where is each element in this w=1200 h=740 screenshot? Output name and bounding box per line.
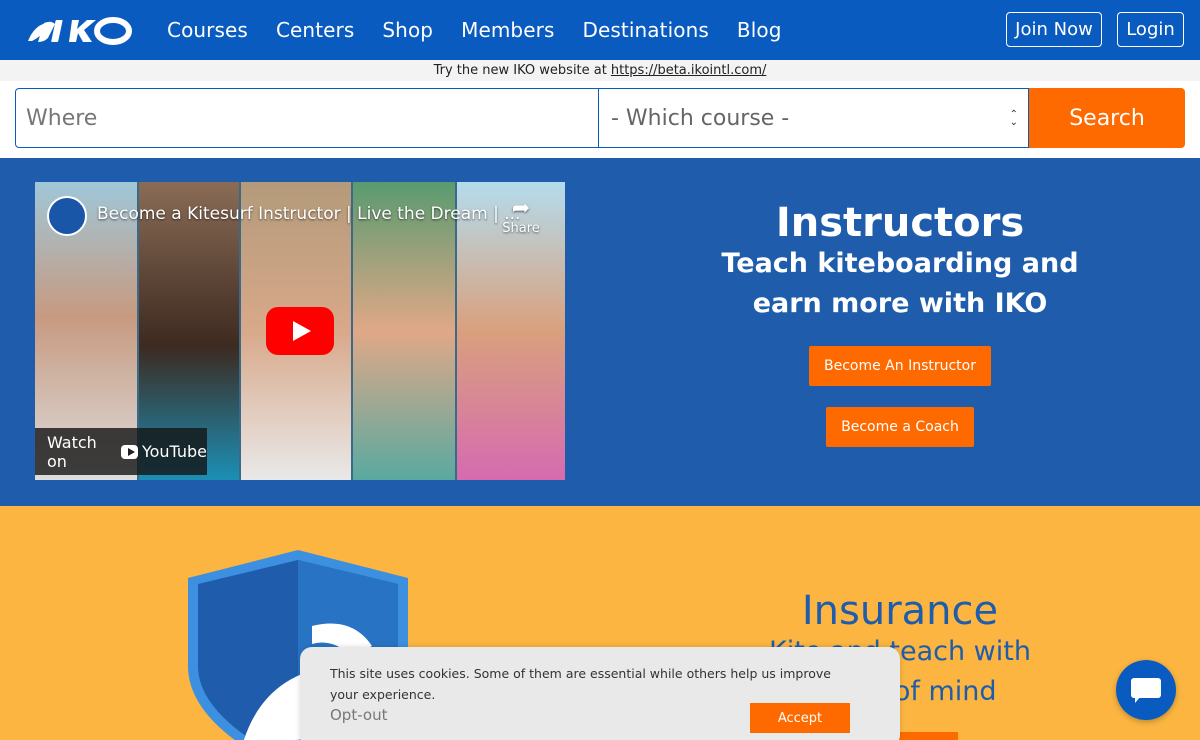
iko-logo-icon [28,17,132,45]
login-button[interactable]: Login [1117,12,1184,47]
nav-courses[interactable]: Courses [167,18,248,42]
youtube-video-embed[interactable]: Become a Kitesurf Instructor | Live the … [35,182,565,480]
become-coach-button[interactable]: Become a Coach [826,407,974,447]
chat-bubble-icon[interactable] [1116,660,1176,720]
select-arrows-icon: ⌃ ⌄ [1009,109,1018,128]
beta-notice: Try the new IKO website at https://beta.… [0,60,1200,81]
watch-on-youtube-button[interactable]: Watch on YouTube [35,428,207,475]
top-navbar: Courses Centers Shop Members Destination… [0,0,1200,60]
course-select-value: - Which course - [611,105,790,131]
instructors-subheading-1: Teach kiteboarding and [721,248,1079,279]
main-nav: Courses Centers Shop Members Destination… [153,0,795,60]
nav-centers[interactable]: Centers [276,18,354,42]
opt-out-link[interactable]: Opt-out [330,706,387,724]
share-label: Share [502,221,540,236]
iko-logo[interactable] [24,14,132,48]
video-title[interactable]: Become a Kitesurf Instructor | Live the … [97,204,520,224]
cookie-text: This site uses cookies. Some of them are… [330,666,831,702]
instructors-heading: Instructors [775,200,1025,246]
accept-cookies-button[interactable]: Accept [750,703,850,733]
instructors-subheading-2: earn more with IKO [752,288,1048,319]
nav-shop[interactable]: Shop [382,18,433,42]
video-panel-4 [353,182,455,480]
instructors-section: Become a Kitesurf Instructor | Live the … [0,158,1200,506]
youtube-icon [120,444,138,459]
play-button-icon[interactable] [266,307,334,355]
nav-destinations[interactable]: Destinations [582,18,708,42]
nav-members[interactable]: Members [461,18,554,42]
course-select[interactable]: - Which course - ⌃ ⌄ [599,88,1029,148]
nav-blog[interactable]: Blog [737,18,782,42]
where-input[interactable] [15,88,599,148]
watch-on-label: Watch on [47,432,97,471]
youtube-label: YouTube [141,442,207,461]
search-button[interactable]: Search [1029,88,1185,148]
become-instructor-button[interactable]: Become An Instructor [809,346,991,386]
join-now-button[interactable]: Join Now [1006,12,1102,47]
notice-text: Try the new IKO website at [433,63,607,78]
share-button[interactable]: ➦ Share [501,196,541,236]
beta-link[interactable]: https://beta.ikointl.com/ [611,63,767,78]
cookie-banner: This site uses cookies. Some of them are… [300,647,900,740]
insurance-heading: Insurance [801,588,999,634]
search-bar: - Which course - ⌃⌄ Search [15,88,1185,148]
channel-avatar-icon[interactable] [47,196,87,236]
share-arrow-icon: ➦ [511,196,531,221]
